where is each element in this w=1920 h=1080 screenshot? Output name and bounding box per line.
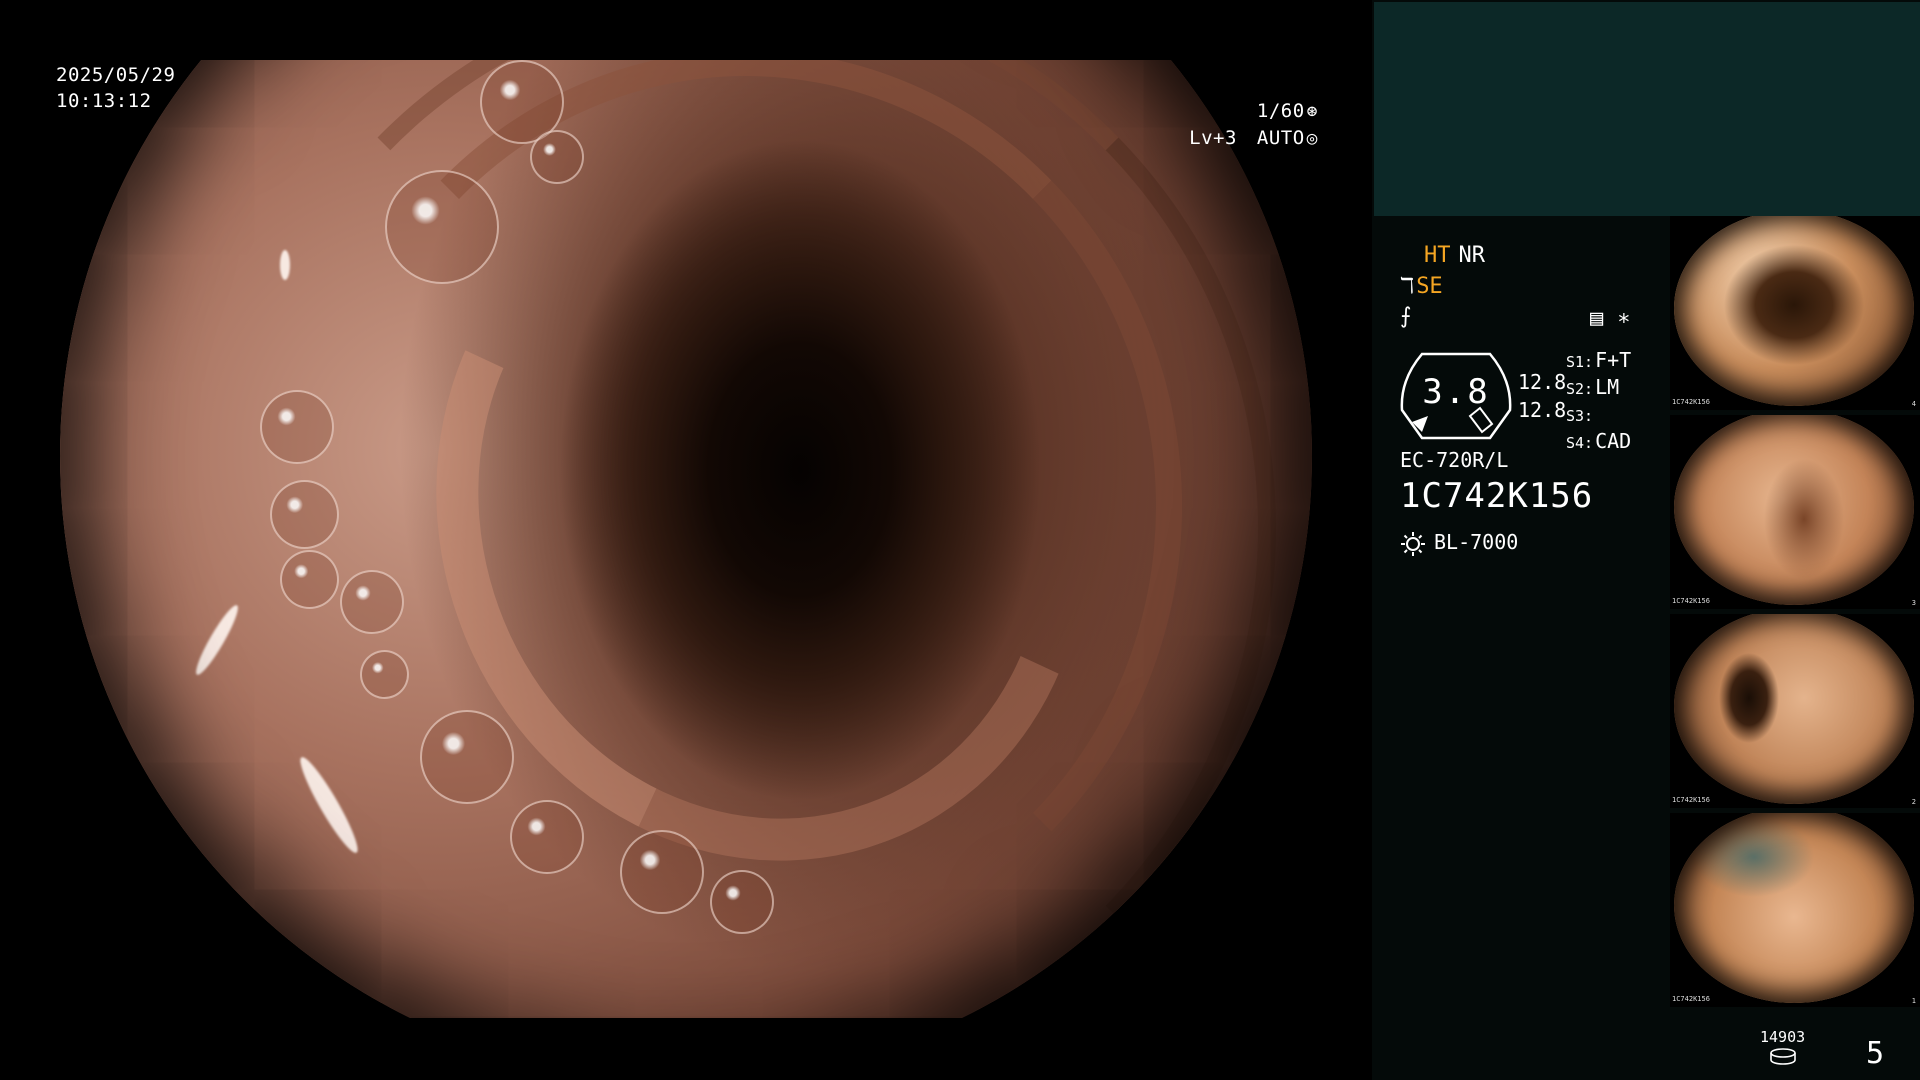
thumbnail-index: 4 <box>1911 400 1916 408</box>
bubble <box>480 60 564 144</box>
asterisk-icon: ∗ <box>1617 306 1631 331</box>
se-indicator: SE <box>1416 274 1443 299</box>
reading-2: 12.8 <box>1518 398 1567 422</box>
structure-icon: ℸ <box>1400 274 1415 299</box>
light-glare <box>280 250 290 280</box>
light-glare <box>293 752 365 858</box>
thumbnail-image <box>1674 614 1914 804</box>
thumbnail[interactable]: 1C742K156 1 <box>1670 813 1920 1007</box>
bubble <box>710 870 774 934</box>
frame-mask-bottom <box>0 1018 1372 1080</box>
gauge-readings: 12.8 12.8 <box>1518 368 1566 424</box>
thumbnail[interactable]: 1C742K156 2 <box>1670 614 1920 808</box>
light-glare <box>190 601 244 679</box>
endoscope-image <box>60 0 1312 1080</box>
thumbnail-strip: 1C742K156 4 1C742K156 3 1C742K156 2 1C74… <box>1670 216 1920 1012</box>
iris-icon: ◎ <box>1306 128 1318 149</box>
endoscope-main-view: 2025/05/29 10:13:12 1/60 ⊛ Lv+3 AUTO ◎ <box>0 0 1372 1080</box>
freeze-icon: ⨍ <box>1400 304 1412 329</box>
thumbnail-serial: 1C742K156 <box>1672 398 1710 406</box>
ht-indicator: HT <box>1424 243 1451 268</box>
date-text: 2025/05/29 <box>56 64 176 86</box>
bubble <box>510 800 584 874</box>
thumbnail-serial: 1C742K156 <box>1672 597 1710 605</box>
list-icon: ▤ <box>1590 306 1604 331</box>
thumbnail[interactable]: 1C742K156 4 <box>1670 216 1920 410</box>
mucosal-fold <box>220 0 1276 1076</box>
thumbnail-image <box>1674 813 1914 1003</box>
switch-s1: S1: F+T <box>1566 348 1632 372</box>
gauge-marker-left <box>1412 416 1428 432</box>
storage-count: 14903 <box>1760 1028 1806 1046</box>
exposure-readout: 1/60 ⊛ Lv+3 AUTO ◎ <box>1189 98 1318 152</box>
bubble <box>385 170 499 284</box>
bubble <box>340 570 404 634</box>
bubble <box>530 130 584 184</box>
switch-assignments: S1: F+T S2: LM S3: S4: CAD <box>1566 348 1631 456</box>
bubble <box>280 550 339 609</box>
thumbnail-index: 1 <box>1911 997 1916 1005</box>
scope-model: EC-720R/L <box>1400 448 1509 472</box>
level-text: Lv+3 <box>1189 127 1237 149</box>
nr-indicator: NR <box>1458 243 1486 268</box>
storage-counter: 14903 <box>1760 1028 1805 1066</box>
sun-icon <box>1401 531 1425 556</box>
bubble <box>260 390 334 464</box>
bubble <box>620 830 704 914</box>
thumbnail-serial: 1C742K156 <box>1672 995 1710 1003</box>
structure-row: ℸSE <box>1400 274 1443 299</box>
menu-icons: ▤ ∗ <box>1590 306 1631 331</box>
thumbnail[interactable]: 1C742K156 3 <box>1670 415 1920 609</box>
enhancement-row: HT NR <box>1424 243 1485 268</box>
aperture-icon: ⊛ <box>1306 101 1318 122</box>
scope-serial: 1C742K156 <box>1400 476 1594 516</box>
mucosal-fold <box>339 71 1185 953</box>
disk-stack-icon <box>1769 1048 1796 1065</box>
thumbnail-index: 3 <box>1911 599 1916 607</box>
reading-1: 12.8 <box>1518 370 1567 394</box>
bubble <box>420 710 514 804</box>
freeze-row: ⨍ <box>1400 304 1411 329</box>
bubble <box>270 480 339 549</box>
thumbnail-image <box>1674 415 1914 605</box>
date-time-readout: 2025/05/29 10:13:12 <box>56 62 175 114</box>
thumbnail-index: 2 <box>1911 798 1916 806</box>
frame-mask-top <box>0 0 1372 60</box>
light-source-text: BL-7000 <box>1434 530 1519 554</box>
bubble <box>360 650 409 699</box>
panel-header-area <box>1374 2 1920 216</box>
switch-s2: S2: LM <box>1566 375 1620 399</box>
time-text: 10:13:12 <box>56 90 152 112</box>
switch-s3: S3: <box>1566 407 1594 425</box>
mucosal-fold <box>310 50 1182 962</box>
thumbnail-serial: 1C742K156 <box>1672 796 1710 804</box>
iris-text: AUTO <box>1256 127 1305 149</box>
shutter-text: 1/60 <box>1256 100 1305 122</box>
light-source-row: BL-7000 <box>1400 530 1518 557</box>
image-number: 5 <box>1866 1036 1885 1071</box>
switch-s4: S4: CAD <box>1566 429 1632 453</box>
gauge-value: 3.8 <box>1422 372 1490 412</box>
thumbnail-image <box>1674 216 1914 406</box>
status-area: HT NR ℸSE ⨍ ▤ ∗ 3.8 12.8 12.8 S1: F+T S2: LM… <box>1400 240 1660 580</box>
